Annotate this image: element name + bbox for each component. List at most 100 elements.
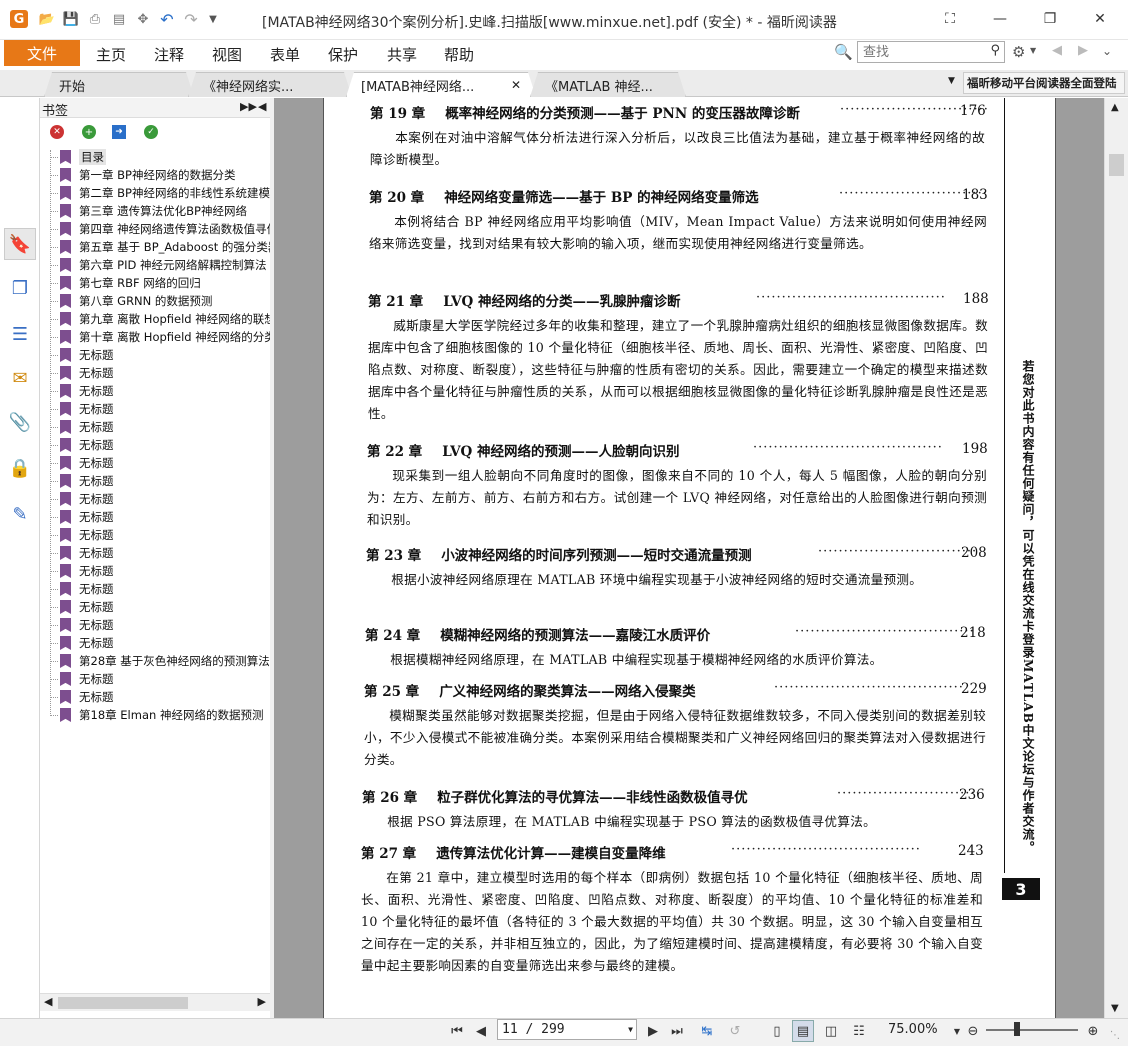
tab-matab-current[interactable]: [MATAB神经网络... ✕ bbox=[346, 72, 536, 97]
previous-view-icon[interactable]: ↹ bbox=[696, 1020, 718, 1042]
page-dropdown-icon[interactable]: ▼ bbox=[628, 1025, 633, 1034]
bookmark-item[interactable]: 第三章 遗传算法优化BP神经网络 bbox=[60, 202, 270, 220]
new-icon[interactable]: ✥ bbox=[134, 10, 152, 28]
settings-gear-icon[interactable]: ⚙ bbox=[1012, 43, 1025, 61]
bookmark-item[interactable]: 无标题 bbox=[60, 634, 270, 652]
bookmark-item[interactable]: 无标题 bbox=[60, 598, 270, 616]
collapse-panel-icon[interactable]: ◀ bbox=[258, 100, 266, 113]
bookmark-hscrollbar[interactable]: ◀ ▶ bbox=[40, 993, 270, 1011]
menu-help[interactable]: 帮助 bbox=[444, 44, 474, 65]
bookmark-item[interactable]: 第八章 GRNN 的数据预测 bbox=[60, 292, 270, 310]
single-page-icon[interactable]: ▯ bbox=[766, 1020, 788, 1042]
hscroll-thumb[interactable] bbox=[58, 997, 188, 1009]
undo-icon[interactable]: ↶ bbox=[158, 10, 176, 29]
print-icon[interactable]: ⎙ bbox=[86, 10, 104, 28]
bookmark-item[interactable]: 无标题 bbox=[60, 418, 270, 436]
settings-dropdown-icon[interactable]: ▼ bbox=[1030, 46, 1036, 55]
bookmark-item[interactable]: 无标题 bbox=[60, 382, 270, 400]
continuous-facing-icon[interactable]: ☷ bbox=[848, 1020, 870, 1042]
menu-form[interactable]: 表单 bbox=[270, 44, 300, 65]
bookmark-item[interactable]: 目录 bbox=[60, 148, 270, 166]
app-logo-icon[interactable]: G bbox=[10, 10, 28, 28]
find-folder-icon[interactable]: 🔍 bbox=[834, 43, 853, 61]
resize-grip-icon[interactable]: ⋱ bbox=[1110, 1030, 1120, 1041]
bookmark-item[interactable]: 无标题 bbox=[60, 616, 270, 634]
menu-home[interactable]: 主页 bbox=[96, 44, 126, 65]
maximize-button[interactable]: ❐ bbox=[1030, 6, 1070, 32]
bookmark-item[interactable]: 第十章 离散 Hopfield 神经网络的分类 bbox=[60, 328, 270, 346]
zoom-level[interactable]: 75.00% bbox=[888, 1022, 938, 1037]
bookmark-options-icon[interactable]: ✓ bbox=[144, 125, 158, 139]
continuous-page-icon[interactable]: ▤ bbox=[792, 1020, 814, 1042]
bookmark-item[interactable]: 无标题 bbox=[60, 562, 270, 580]
zoom-in-icon[interactable]: ⊕ bbox=[1082, 1020, 1104, 1042]
last-page-icon[interactable]: ⏭ bbox=[666, 1020, 688, 1042]
collapse-ribbon-icon[interactable]: ⌄ bbox=[1102, 44, 1112, 58]
save-icon[interactable]: 💾 bbox=[62, 10, 80, 28]
search-box[interactable]: ⚲ bbox=[857, 41, 1005, 63]
open-icon[interactable]: 📂 bbox=[38, 10, 56, 28]
pages-panel-icon[interactable]: ❐ bbox=[8, 276, 32, 300]
menu-annotate[interactable]: 注释 bbox=[154, 44, 184, 65]
expand-panel-icon[interactable]: ▶▶ bbox=[240, 100, 257, 113]
close-button[interactable]: ✕ bbox=[1080, 6, 1120, 32]
bookmark-item[interactable]: 无标题 bbox=[60, 364, 270, 382]
tab-close-icon[interactable]: ✕ bbox=[511, 78, 521, 92]
bookmark-item[interactable]: 第28章 基于灰色神经网络的预测算法 bbox=[60, 652, 270, 670]
page-number-input[interactable]: 11 / 299 ▼ bbox=[497, 1019, 637, 1040]
next-view-icon[interactable]: ↺ bbox=[724, 1020, 746, 1042]
bookmark-item[interactable]: 无标题 bbox=[60, 472, 270, 490]
bookmark-item[interactable]: 第一章 BP神经网络的数据分类 bbox=[60, 166, 270, 184]
zoom-slider-thumb[interactable] bbox=[1014, 1022, 1020, 1036]
bookmark-item[interactable]: 无标题 bbox=[60, 508, 270, 526]
promo-banner[interactable]: 福昕移动平台阅读器全面登陆 bbox=[963, 72, 1125, 94]
menu-view[interactable]: 视图 bbox=[212, 44, 242, 65]
scroll-up-icon[interactable]: ▲ bbox=[1111, 102, 1119, 113]
bookmark-item[interactable]: 无标题 bbox=[60, 580, 270, 598]
prev-page-icon[interactable]: ◀ bbox=[470, 1020, 492, 1042]
zoom-slider[interactable] bbox=[986, 1029, 1078, 1031]
more-icon[interactable]: ▼ bbox=[204, 10, 222, 28]
bookmark-item[interactable]: 无标题 bbox=[60, 526, 270, 544]
bookmark-item[interactable]: 第九章 离散 Hopfield 神经网络的联想记忆 bbox=[60, 310, 270, 328]
next-result-icon[interactable]: ▶ bbox=[1078, 43, 1088, 58]
attachments-panel-icon[interactable]: 📎 bbox=[8, 410, 32, 434]
scroll-right-icon[interactable]: ▶ bbox=[258, 995, 266, 1008]
bookmark-item[interactable]: 无标题 bbox=[60, 490, 270, 508]
bookmark-item[interactable]: 第五章 基于 BP_Adaboost 的强分类器设计 bbox=[60, 238, 270, 256]
bookmark-item[interactable]: 无标题 bbox=[60, 436, 270, 454]
scroll-left-icon[interactable]: ◀ bbox=[44, 995, 52, 1008]
file-menu-button[interactable]: 文件 bbox=[4, 40, 80, 66]
bookmark-item[interactable]: 第七章 RBF 网络的回归 bbox=[60, 274, 270, 292]
vertical-scrollbar[interactable]: ▲ ▼ bbox=[1104, 98, 1128, 1018]
bookmark-item[interactable]: 第六章 PID 神经元网络解耦控制算法 bbox=[60, 256, 270, 274]
redo-icon[interactable]: ↷ bbox=[182, 10, 200, 29]
search-input[interactable] bbox=[858, 42, 978, 62]
bookmark-item[interactable]: 无标题 bbox=[60, 688, 270, 706]
first-page-icon[interactable]: ⏮ bbox=[446, 1020, 468, 1042]
bookmark-panel-icon[interactable]: 🔖 bbox=[4, 228, 36, 260]
bookmark-item[interactable]: 无标题 bbox=[60, 400, 270, 418]
delete-bookmark-icon[interactable]: ✕ bbox=[50, 125, 64, 139]
add-bookmark-icon[interactable]: + bbox=[82, 125, 96, 139]
signature-panel-icon[interactable]: ✎ bbox=[8, 502, 32, 526]
layers-panel-icon[interactable]: ☰ bbox=[8, 322, 32, 346]
security-lock-icon[interactable]: 🔒 bbox=[8, 456, 32, 480]
fullscreen-icon[interactable]: ⛶ bbox=[930, 6, 970, 32]
next-page-icon[interactable]: ▶ bbox=[642, 1020, 664, 1042]
bookmark-item[interactable]: 无标题 bbox=[60, 454, 270, 472]
tab-start[interactable]: 开始 bbox=[44, 72, 194, 97]
bookmark-item[interactable]: 无标题 bbox=[60, 670, 270, 688]
menu-protect[interactable]: 保护 bbox=[328, 44, 358, 65]
bookmark-item[interactable]: 第18章 Elman 神经网络的数据预测 bbox=[60, 706, 270, 724]
search-icon[interactable]: ⚲ bbox=[990, 43, 1000, 58]
menu-share[interactable]: 共享 bbox=[387, 44, 417, 65]
tab-neural-network-book[interactable]: 《神经网络实... bbox=[188, 72, 352, 97]
bookmark-item[interactable]: 无标题 bbox=[60, 544, 270, 562]
bookmark-item[interactable]: 无标题 bbox=[60, 346, 270, 364]
comments-panel-icon[interactable]: ✉ bbox=[8, 366, 32, 390]
facing-page-icon[interactable]: ◫ bbox=[820, 1020, 842, 1042]
scan-icon[interactable]: ▤ bbox=[110, 10, 128, 28]
vscroll-thumb[interactable] bbox=[1109, 154, 1124, 176]
scroll-down-icon[interactable]: ▼ bbox=[1111, 1003, 1119, 1014]
